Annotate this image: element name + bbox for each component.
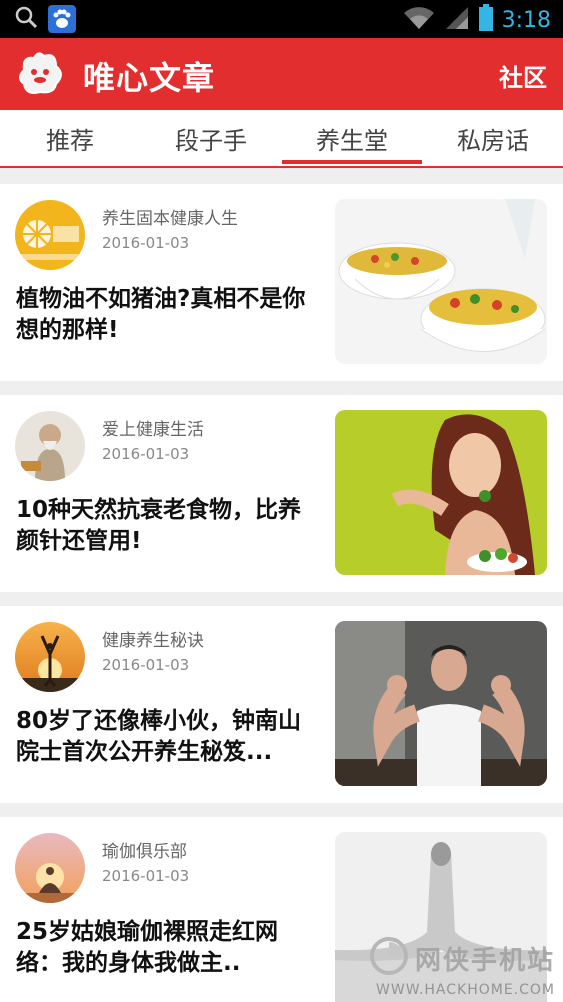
author-name: 养生固本健康人生: [102, 209, 238, 229]
article-title[interactable]: 10种天然抗衰老食物，比养颜针还管用!: [16, 495, 316, 557]
article-card[interactable]: 养生固本健康人生 2016-01-03 植物油不如猪油?真相不是你想的那样!: [0, 184, 563, 381]
watermark-logo-icon: [369, 936, 409, 980]
post-date: 2016-01-03: [102, 445, 190, 463]
author-name: 健康养生秘诀: [102, 631, 204, 651]
post-date: 2016-01-03: [102, 867, 190, 885]
signal-icon: [444, 5, 470, 35]
author-avatar[interactable]: [15, 200, 85, 270]
community-button[interactable]: 社区: [499, 58, 547, 93]
app-bar: 唯心文章 社区: [0, 38, 563, 110]
article-card[interactable]: 健康养生秘诀 2016-01-03 80岁了还像棒小伙，钟南山院士首次公开养生秘…: [0, 606, 563, 803]
baidu-icon: [48, 5, 76, 33]
battery-icon: [478, 4, 494, 36]
author-avatar[interactable]: [15, 622, 85, 692]
tab-private-talk[interactable]: 私房话: [423, 110, 563, 166]
author-name: 爱上健康生活: [102, 420, 204, 440]
author-avatar[interactable]: [15, 833, 85, 903]
article-title[interactable]: 25岁姑娘瑜伽裸照走红网络：我的身体我做主..: [16, 917, 316, 979]
article-thumbnail[interactable]: [335, 410, 547, 575]
post-date: 2016-01-03: [102, 234, 190, 252]
status-left: [14, 5, 76, 33]
author-name: 瑜伽俱乐部: [102, 842, 187, 862]
status-right: 3:18: [402, 4, 551, 36]
search-icon: [14, 5, 38, 33]
tab-health[interactable]: 养生堂: [282, 110, 422, 166]
watermark-text: 网侠手机站: [414, 945, 555, 976]
tab-jokes[interactable]: 段子手: [141, 110, 281, 166]
post-date: 2016-01-03: [102, 656, 190, 674]
active-tab-indicator: [282, 160, 422, 164]
status-bar: 3:18: [0, 0, 563, 38]
app-logo-icon[interactable]: [14, 50, 66, 100]
clock: 3:18: [501, 7, 551, 33]
watermark-url: WWW.HACKHOME.COM: [376, 982, 555, 998]
wifi-icon: [402, 5, 436, 35]
article-card[interactable]: 爱上健康生活 2016-01-03 10种天然抗衰老食物，比养颜针还管用!: [0, 395, 563, 592]
app-title: 唯心文章: [83, 59, 216, 97]
article-title[interactable]: 植物油不如猪油?真相不是你想的那样!: [16, 284, 316, 346]
article-title[interactable]: 80岁了还像棒小伙，钟南山院士首次公开养生秘笈...: [16, 706, 316, 768]
article-thumbnail[interactable]: [335, 199, 547, 364]
article-thumbnail[interactable]: [335, 621, 547, 786]
watermark: 网侠手机站 WWW.HACKHOME.COM: [369, 936, 555, 998]
tab-recommend[interactable]: 推荐: [0, 110, 140, 166]
author-avatar[interactable]: [15, 411, 85, 481]
